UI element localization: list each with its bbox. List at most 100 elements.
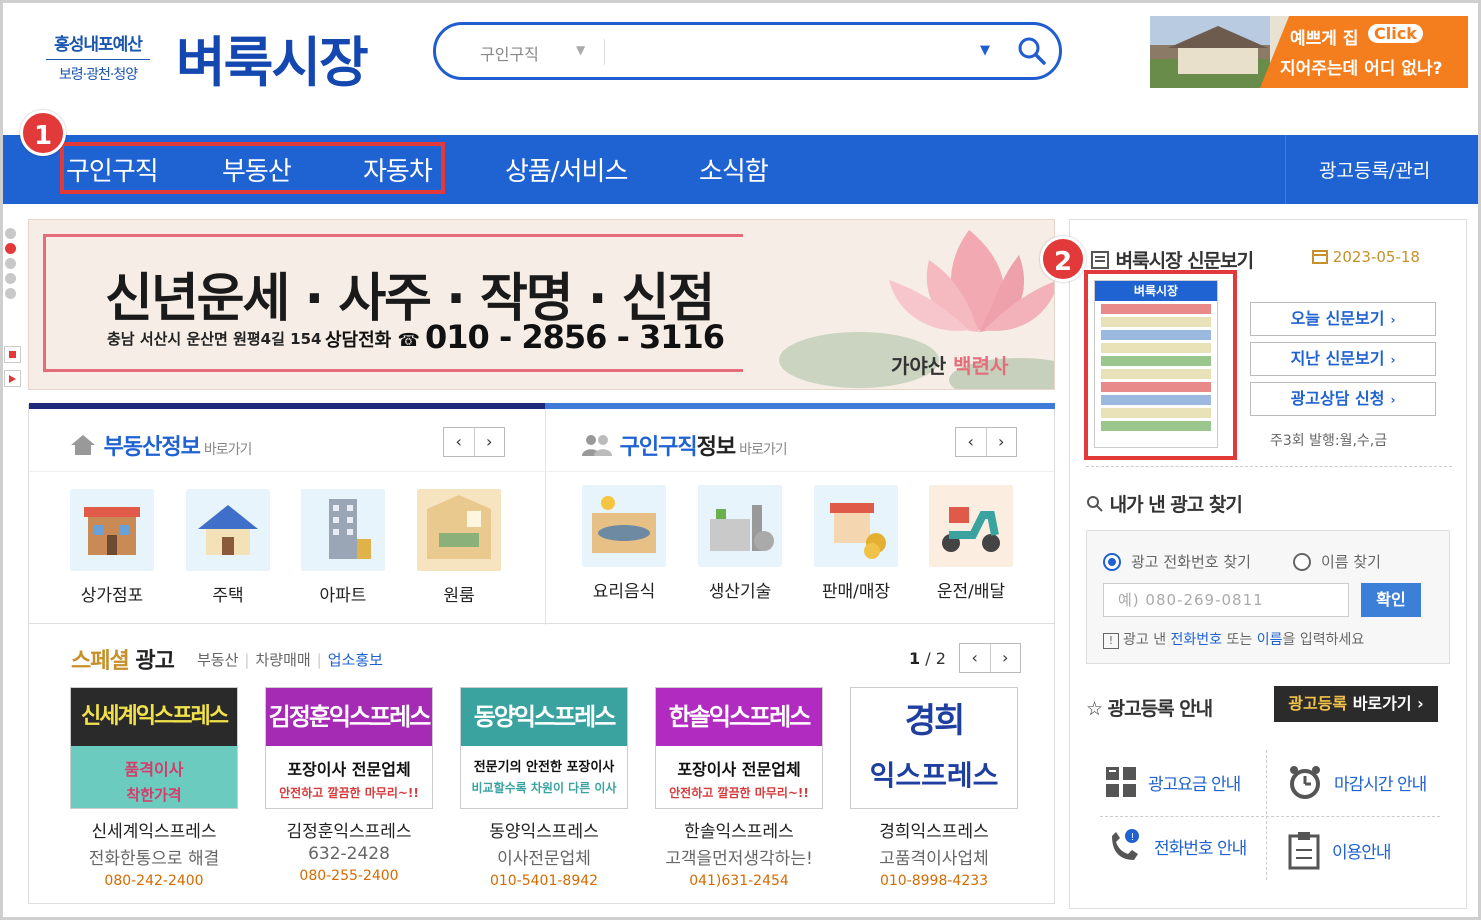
tile-shop[interactable]: 상가점포: [70, 489, 154, 606]
special-tab-realestate[interactable]: 부동산: [197, 651, 238, 669]
region-line1: 홍성내포예산: [54, 35, 143, 55]
main-banner[interactable]: 신년운세 · 사주 · 작명 · 신점 충남 서산시 운산면 원평4길 154 …: [28, 219, 1055, 390]
slider-dot[interactable]: [5, 288, 16, 299]
deadline-info[interactable]: 마감시간 안내: [1286, 752, 1456, 812]
prev-arrow-icon[interactable]: ‹: [960, 644, 991, 672]
ad-name: 김정훈익스프레스: [286, 822, 412, 842]
jobs-arrows: ‹ ›: [955, 427, 1017, 457]
ad-card[interactable]: 동양익스프레스 전문기의 안전한 포장이사 비교할수록 차원이 다른 이사 동양…: [460, 687, 628, 889]
confirm-button[interactable]: 확인: [1361, 583, 1421, 617]
banner-temple: 가야산 백련사: [891, 350, 1008, 379]
search-bar[interactable]: 구인구직 ▼ ▼: [433, 22, 1062, 80]
past-paper-button[interactable]: 지난 신문보기 ›: [1250, 342, 1436, 376]
today-paper-label: 오늘 신문보기: [1290, 309, 1385, 328]
search-category[interactable]: 구인구직: [480, 41, 539, 65]
phone-input[interactable]: 예) 080-269-0811: [1103, 583, 1349, 617]
ad-line1: 익스프레스: [869, 759, 999, 792]
home-icon: [71, 435, 95, 455]
realestate-go[interactable]: 바로가기: [204, 442, 253, 458]
pager-current: 1: [909, 649, 921, 668]
tile-label: 아파트: [319, 586, 367, 606]
search-icon[interactable]: [1014, 33, 1050, 69]
slider-dot[interactable]: [5, 258, 16, 269]
special-tab-business[interactable]: 업소홍보: [328, 651, 383, 669]
slider-dot[interactable]: [5, 228, 16, 239]
jobs-title[interactable]: 구인구직정보 바로가기: [581, 429, 788, 461]
tile-delivery[interactable]: 운전/배달: [929, 485, 1013, 602]
site-logo[interactable]: 벼룩시장: [176, 18, 369, 97]
tile-label: 상가점포: [80, 586, 144, 606]
chevron-down-icon[interactable]: ▼: [576, 43, 585, 57]
region-logo[interactable]: 홍성내포예산 보령·광천·청양: [46, 30, 150, 84]
ad-fee-info[interactable]: 광고요금 안내: [1104, 752, 1274, 812]
slider-dots: [5, 228, 16, 303]
panel-hline: [29, 471, 1054, 472]
next-arrow-icon[interactable]: ›: [475, 428, 505, 456]
prev-arrow-icon[interactable]: ‹: [444, 428, 475, 456]
next-arrow-icon[interactable]: ›: [991, 644, 1021, 672]
radio-checked-icon[interactable]: [1103, 552, 1121, 571]
tile-apartment[interactable]: 아파트: [301, 489, 385, 606]
panel-hline2: [29, 623, 1054, 624]
slider-dot[interactable]: [5, 273, 16, 284]
store-icon: [814, 485, 898, 567]
newspaper-date: 2023-05-18: [1312, 248, 1420, 266]
ad-click-label: Click: [1368, 24, 1423, 43]
special-title-b: 광고: [135, 649, 174, 674]
tile-cooking[interactable]: 요리음식: [582, 485, 666, 602]
realestate-title-text: 부동산정보: [103, 435, 201, 460]
newspaper-title-text: 벼룩시장 신문보기: [1115, 250, 1254, 272]
nav-news[interactable]: 소식함: [699, 151, 769, 188]
tile-production[interactable]: 생산기술: [698, 485, 782, 602]
cooking-icon: [582, 485, 666, 567]
ad-thumb: 경희 익스프레스: [850, 687, 1018, 809]
slider-dot-active[interactable]: [5, 243, 16, 254]
dropdown-arrow-icon[interactable]: ▼: [980, 43, 990, 58]
ad-consult-label: 광고상담 신청: [1290, 389, 1385, 408]
special-tab-cars[interactable]: 차량매매: [255, 651, 310, 669]
play-icon[interactable]: [4, 370, 21, 387]
radio-phone[interactable]: 광고 전화번호 찾기: [1103, 551, 1251, 572]
ad-card[interactable]: 한솔익스프레스 포장이사 전문업체 안전하고 깔끔한 마무리~!! 한솔익스프레…: [655, 687, 823, 889]
tile-house[interactable]: 주택: [186, 489, 270, 606]
ad-line1: 품격이사: [124, 760, 184, 779]
stop-icon[interactable]: [4, 346, 21, 363]
prev-arrow-icon[interactable]: ‹: [956, 428, 987, 456]
shop-icon: [70, 489, 154, 571]
info-icon: !: [1103, 633, 1119, 649]
ad-thumb: 동양익스프레스 전문기의 안전한 포장이사 비교할수록 차원이 다른 이사: [460, 687, 628, 809]
ad-tel: 010-5401-8942: [489, 873, 599, 889]
tile-label: 운전/배달: [936, 582, 1006, 602]
tile-oneroom[interactable]: 원룸: [417, 489, 501, 606]
tile-sales[interactable]: 판매/매장: [814, 485, 898, 602]
realestate-title[interactable]: 부동산정보 바로가기: [69, 429, 253, 461]
usage-info[interactable]: 이용안내: [1286, 820, 1456, 880]
search-icon: [1087, 496, 1103, 512]
hint-a: 광고 낸: [1123, 632, 1171, 648]
ad-card[interactable]: 김정훈익스프레스 포장이사 전문업체 안전하고 깔끔한 마무리~!! 김정훈익스…: [265, 687, 433, 884]
radio-unchecked-icon[interactable]: [1293, 552, 1311, 571]
reg-btn-b: 바로가기 ›: [1347, 694, 1424, 713]
temple-name-a: 가야산: [891, 354, 947, 378]
next-arrow-icon[interactable]: ›: [987, 428, 1017, 456]
radio-phone-label: 광고 전화번호 찾기: [1131, 553, 1251, 571]
nav-ad-manage[interactable]: 광고등록/관리: [1319, 156, 1430, 183]
today-paper-button[interactable]: 오늘 신문보기 ›: [1250, 302, 1436, 336]
ad-card[interactable]: 신세계익스프레스 품격이사 착한가격 신세계익스프레스 전화한통으로 해결 08…: [70, 687, 238, 889]
pager-total: / 2: [925, 649, 946, 668]
radio-name[interactable]: 이름 찾기: [1293, 551, 1381, 572]
phone-info[interactable]: ! 전화번호 안내: [1104, 816, 1274, 876]
ad-card[interactable]: 경희 익스프레스 경희익스프레스 고품격이사업체 010-8998-4233: [850, 687, 1018, 889]
ad-register-button[interactable]: 광고등록 바로가기 ›: [1274, 686, 1438, 722]
jobs-title-blue: 구인구직: [619, 435, 698, 460]
panel-topbar-left: [29, 403, 545, 409]
ad-line2: 착한가격: [126, 786, 182, 804]
ad-consult-button[interactable]: 광고상담 신청 ›: [1250, 382, 1436, 416]
factory-icon: [698, 485, 782, 567]
jobs-go[interactable]: 바로가기: [739, 442, 788, 458]
top-banner-ad[interactable]: 예쁘게 집 Click 지어주는데 어디 없나?: [1150, 16, 1468, 88]
nav-products[interactable]: 상품/서비스: [505, 151, 628, 188]
tile-label: 생산기술: [708, 582, 772, 602]
clipboard-icon: [1288, 832, 1320, 870]
ad-head: 신세계익스프레스: [71, 688, 237, 746]
